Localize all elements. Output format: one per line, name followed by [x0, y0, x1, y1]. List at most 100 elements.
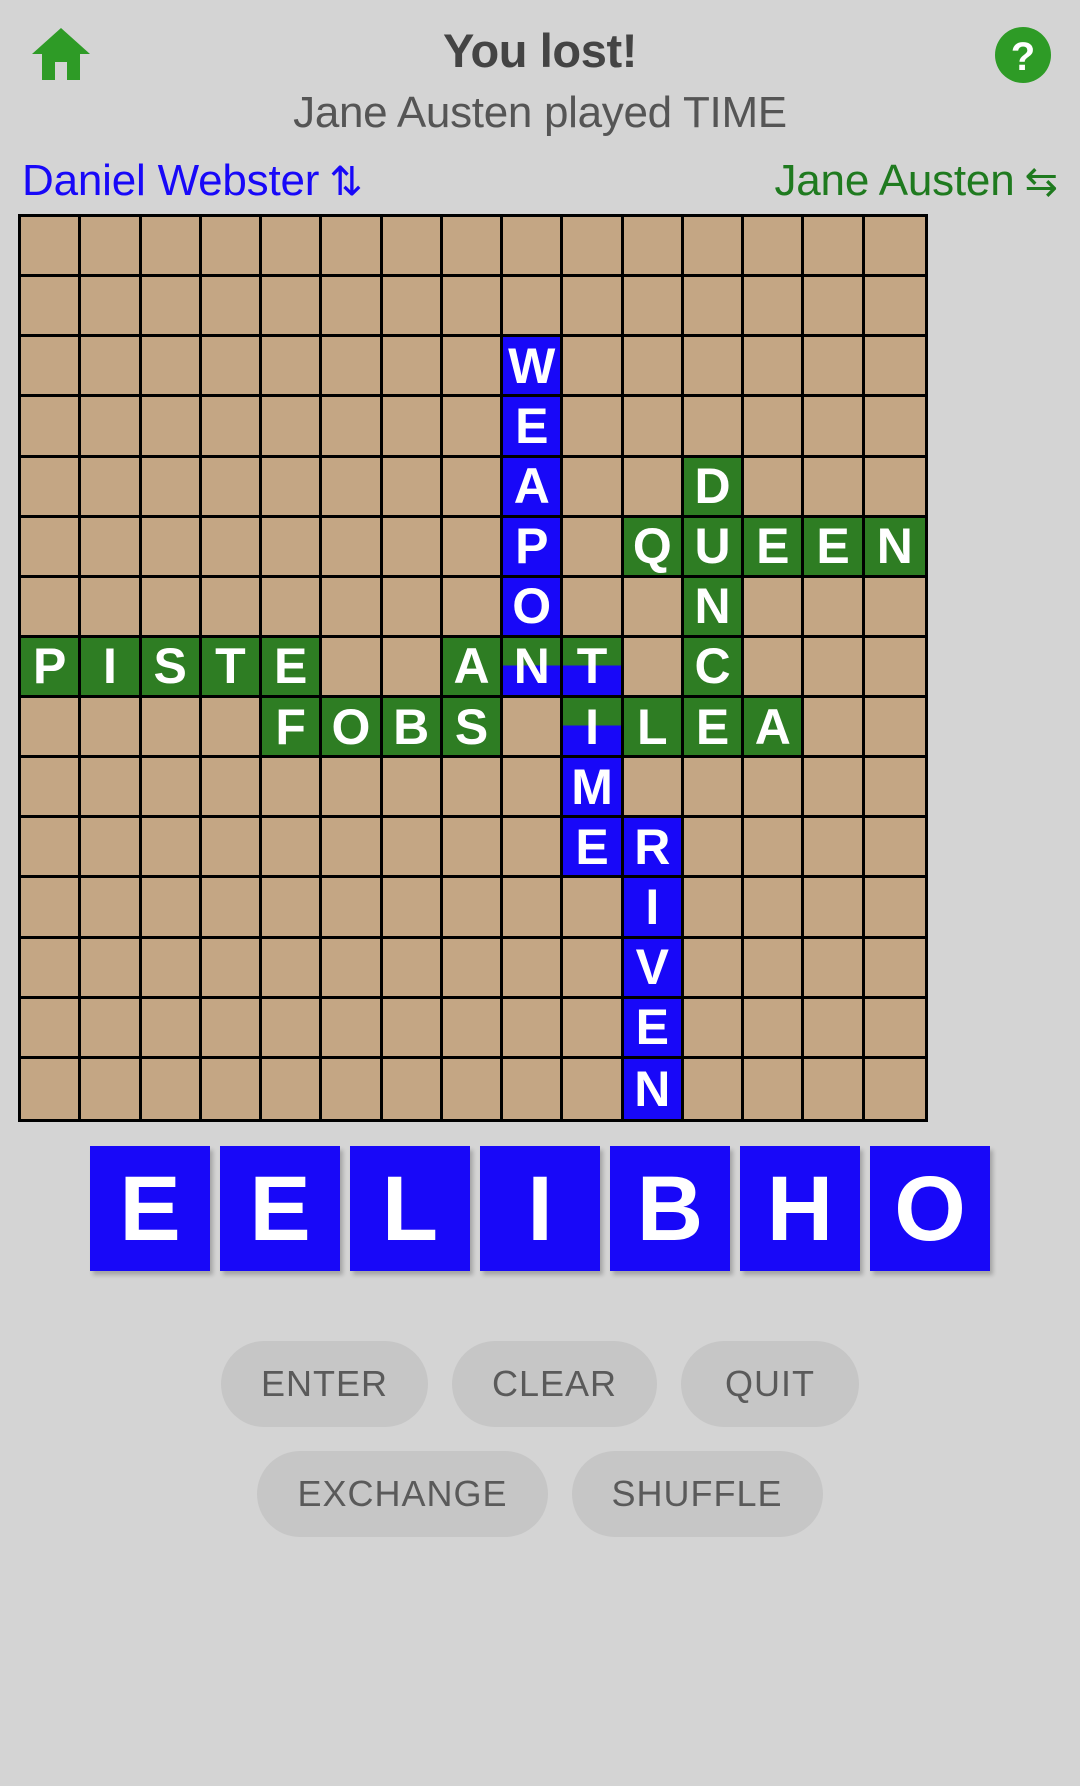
board-tile[interactable]: E: [503, 397, 564, 458]
board-cell-empty[interactable]: [442, 457, 504, 518]
board-tile[interactable]: E: [744, 517, 805, 578]
board-cell-empty[interactable]: [21, 1058, 82, 1119]
board-cell-empty[interactable]: [262, 217, 323, 278]
board-cell-empty[interactable]: [442, 337, 504, 398]
board-tile[interactable]: P: [503, 517, 564, 578]
board-cell-empty[interactable]: [81, 457, 142, 518]
board-cell-empty[interactable]: [503, 277, 564, 338]
board-tile[interactable]: V: [623, 938, 684, 999]
board-cell-empty[interactable]: [201, 517, 263, 578]
board-cell-empty[interactable]: [81, 517, 142, 578]
game-board[interactable]: WEADPQUEENONPISTEANTCFOBSILEAMERIVEN: [18, 214, 928, 1122]
board-cell-empty[interactable]: [21, 758, 82, 819]
board-cell-empty[interactable]: [81, 1058, 142, 1119]
board-cell-empty[interactable]: [503, 878, 564, 939]
board-cell-empty[interactable]: [864, 217, 925, 278]
board-cell-empty[interactable]: [623, 277, 684, 338]
board-cell-empty[interactable]: [744, 457, 805, 518]
board-cell-empty[interactable]: [744, 878, 805, 939]
board-tile[interactable]: C: [683, 637, 745, 699]
board-cell-empty[interactable]: [21, 457, 82, 518]
board-cell-empty[interactable]: [81, 938, 142, 999]
board-cell-empty[interactable]: [442, 998, 504, 1059]
board-cell-empty[interactable]: [201, 758, 263, 819]
board-tile[interactable]: E: [262, 637, 323, 699]
board-cell-empty[interactable]: [201, 938, 263, 999]
board-cell-empty[interactable]: [804, 277, 865, 338]
board-cell-empty[interactable]: [141, 878, 202, 939]
board-cell-empty[interactable]: [262, 277, 323, 338]
board-tile[interactable]: P: [21, 637, 82, 699]
board-cell-empty[interactable]: [442, 277, 504, 338]
board-cell-empty[interactable]: [201, 277, 263, 338]
board-cell-empty[interactable]: [804, 998, 865, 1059]
board-cell-empty[interactable]: [81, 998, 142, 1059]
board-cell-empty[interactable]: [21, 337, 82, 398]
board-cell-empty[interactable]: [322, 277, 383, 338]
rack-tile[interactable]: E: [90, 1146, 210, 1271]
board-cell-empty[interactable]: [804, 577, 865, 638]
board-cell-empty[interactable]: [382, 637, 443, 699]
board-cell-empty[interactable]: [382, 938, 443, 999]
board-cell-empty[interactable]: [201, 1058, 263, 1119]
board-cell-empty[interactable]: [81, 818, 142, 879]
rack-tile[interactable]: L: [350, 1146, 470, 1271]
board-cell-empty[interactable]: [563, 577, 624, 638]
board-tile[interactable]: U: [683, 517, 745, 578]
board-cell-empty[interactable]: [442, 577, 504, 638]
board-cell-empty[interactable]: [804, 457, 865, 518]
board-cell-empty[interactable]: [683, 397, 745, 458]
board-cell-empty[interactable]: [864, 938, 925, 999]
board-tile[interactable]: E: [683, 698, 745, 759]
board-cell-empty[interactable]: [21, 818, 82, 879]
board-cell-empty[interactable]: [442, 517, 504, 578]
board-tile[interactable]: S: [442, 698, 504, 759]
board-cell-empty[interactable]: [21, 397, 82, 458]
board-cell-empty[interactable]: [382, 457, 443, 518]
board-cell-empty[interactable]: [322, 998, 383, 1059]
board-cell-empty[interactable]: [503, 818, 564, 879]
board-cell-empty[interactable]: [21, 577, 82, 638]
board-cell-empty[interactable]: [563, 1058, 624, 1119]
board-cell-empty[interactable]: [322, 637, 383, 699]
board-cell-empty[interactable]: [804, 217, 865, 278]
board-cell-empty[interactable]: [683, 337, 745, 398]
board-cell-empty[interactable]: [623, 758, 684, 819]
board-cell-empty[interactable]: [21, 698, 82, 759]
rack-tile[interactable]: O: [870, 1146, 990, 1271]
board-tile[interactable]: Q: [623, 517, 684, 578]
board-cell-empty[interactable]: [141, 397, 202, 458]
board-cell-empty[interactable]: [141, 758, 202, 819]
player-daniel-webster[interactable]: Daniel Webster ⇅: [22, 152, 363, 211]
board-cell-empty[interactable]: [623, 637, 684, 699]
board-cell-empty[interactable]: [262, 818, 323, 879]
board-cell-empty[interactable]: [503, 938, 564, 999]
board-cell-empty[interactable]: [141, 698, 202, 759]
board-tile[interactable]: E: [563, 818, 624, 879]
board-cell-empty[interactable]: [141, 217, 202, 278]
board-cell-empty[interactable]: [81, 698, 142, 759]
rack-tile[interactable]: E: [220, 1146, 340, 1271]
exchange-button[interactable]: EXCHANGE: [257, 1451, 548, 1537]
board-cell-empty[interactable]: [804, 878, 865, 939]
board-cell-empty[interactable]: [804, 818, 865, 879]
board-tile[interactable]: A: [503, 457, 564, 518]
board-cell-empty[interactable]: [322, 818, 383, 879]
board-cell-empty[interactable]: [21, 517, 82, 578]
board-cell-empty[interactable]: [864, 878, 925, 939]
board-cell-empty[interactable]: [744, 337, 805, 398]
board-cell-empty[interactable]: [81, 217, 142, 278]
board-tile[interactable]: N: [683, 577, 745, 638]
board-cell-empty[interactable]: [683, 818, 745, 879]
board-cell-empty[interactable]: [81, 397, 142, 458]
board-tile[interactable]: W: [503, 337, 564, 398]
enter-button[interactable]: ENTER: [220, 1341, 428, 1427]
player-jane-austen[interactable]: Jane Austen ⇆: [774, 152, 1058, 211]
board-tile[interactable]: A: [442, 637, 504, 699]
board-cell-empty[interactable]: [382, 397, 443, 458]
board-tile[interactable]: O: [503, 577, 564, 638]
board-cell-empty[interactable]: [382, 517, 443, 578]
board-cell-empty[interactable]: [503, 998, 564, 1059]
board-cell-empty[interactable]: [141, 457, 202, 518]
board-cell-empty[interactable]: [864, 758, 925, 819]
